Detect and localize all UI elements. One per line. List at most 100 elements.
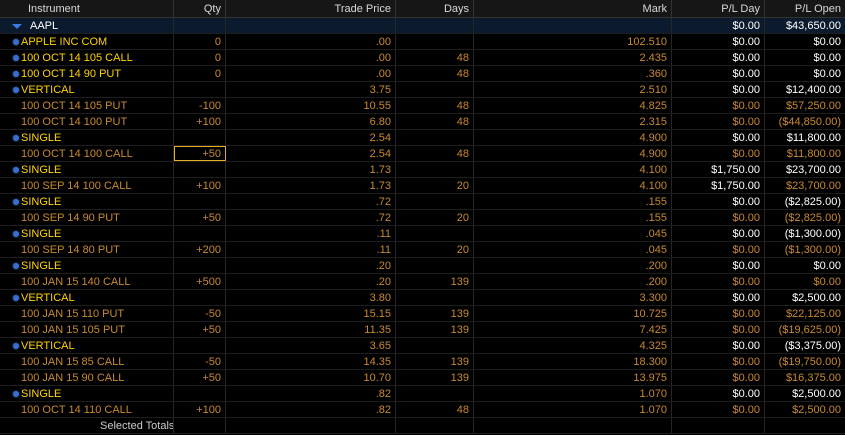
mark-cell: 4.100 [474,162,672,177]
instrument-cell-text: 100 OCT 14 100 CALL [21,148,133,160]
pl-day-cell: $0.00 [672,258,765,273]
expand-bullet-icon[interactable] [13,87,19,93]
position-group-row[interactable]: 100 OCT 14 105 CALL 0 .00 48 2.435 $0.00 $0.00 [0,50,845,66]
position-leg-row[interactable]: 100 SEP 14 80 PUT +200 .11 20 .045 $0.00 ($1,3… [0,242,845,258]
qty-cell[interactable]: +500 [174,274,226,289]
expand-bullet-icon[interactable] [13,55,19,61]
days-cell: 48 [396,114,474,129]
col-header-trade-price[interactable]: Trade Price [226,0,396,17]
mark-cell: 3.300 [474,290,672,305]
position-leg-row[interactable]: 100 JAN 15 105 PUT +50 11.35 139 7.425 $0.00 (… [0,322,845,338]
position-group-row[interactable]: SINGLE .72 .155 $0.00 ($2,825.00) [0,194,845,210]
expand-bullet-icon[interactable] [13,71,19,77]
trade-price-cell-text: .20 [375,260,391,272]
position-group-row[interactable]: VERTICAL 3.80 3.300 $0.00 $2,500.00 [0,290,845,306]
col-header-pl-open[interactable]: P/L Open [765,0,845,17]
trade-price-cell: .11 [226,242,396,257]
trade-price-cell: 3.80 [226,290,396,305]
expand-bullet-icon[interactable] [13,295,19,301]
qty-cell[interactable]: -50 [174,306,226,321]
days-cell: 139 [396,354,474,369]
expand-bullet-icon[interactable] [13,263,19,269]
position-group-row[interactable]: SINGLE .20 .200 $0.00 $0.00 [0,258,845,274]
trade-price-cell: .00 [226,50,396,65]
days-cell [396,130,474,145]
position-leg-row[interactable]: 100 SEP 14 100 CALL +100 1.73 20 4.100 $1,750… [0,178,845,194]
days-cell [396,290,474,305]
pl-open-cell-text: ($19,750.00) [778,356,841,368]
position-leg-row[interactable]: 100 JAN 15 110 PUT -50 15.15 139 10.725 $0.00… [0,306,845,322]
mark-cell: 2.315 [474,114,672,129]
instrument-cell: 100 OCT 14 105 CALL [0,50,174,65]
instrument-cell-text: 100 SEP 14 90 PUT [21,212,120,224]
instrument-cell: 100 JAN 15 90 CALL [0,370,174,385]
symbol-row[interactable]: AAPL $0.00 $43,650.00 [0,18,845,34]
qty-cell[interactable]: +50 [174,322,226,337]
mark-cell-text: .155 [645,212,667,224]
expand-bullet-icon[interactable] [13,39,19,45]
qty-cell[interactable]: -50 [174,354,226,369]
position-group-row[interactable]: VERTICAL 3.65 4.325 $0.00 ($3,375.00) [0,338,845,354]
trade-price-cell: .20 [226,258,396,273]
qty-cell[interactable]: +100 [174,178,226,193]
position-leg-row[interactable]: 100 OCT 14 100 PUT +100 6.80 48 2.315 $0.00 ($… [0,114,845,130]
mark-cell-text: 4.900 [639,132,667,144]
trade-price-cell-text: .11 [376,244,391,256]
pl-open-cell: $11,800.00 [765,146,845,161]
position-leg-row[interactable]: 100 JAN 15 90 CALL +50 10.70 139 13.975 $0.00… [0,370,845,386]
position-leg-row[interactable]: 100 OCT 14 110 CALL +100 .82 48 1.070 $0.00 $2… [0,402,845,418]
collapse-triangle-icon[interactable] [12,24,22,29]
trade-price-cell: 3.75 [226,82,396,97]
instrument-cell: 100 SEP 14 100 CALL [0,178,174,193]
qty-cell-text: 0 [214,68,221,80]
position-group-row[interactable]: SINGLE .11 .045 $0.00 ($1,300.00) [0,226,845,242]
position-group-row[interactable]: SINGLE 2.54 4.900 $0.00 $11,800.00 [0,130,845,146]
pl-day-cell: $0.00 [672,130,765,145]
position-leg-row[interactable]: 100 OCT 14 100 CALL +50 2.54 48 4.900 $0.00 $1… [0,146,845,162]
position-group-row[interactable]: VERTICAL 3.75 2.510 $0.00 $12,400.00 [0,82,845,98]
position-leg-row[interactable]: 100 SEP 14 90 PUT +50 .72 20 .155 $0.00 ($2,82… [0,210,845,226]
expand-bullet-icon[interactable] [13,199,19,205]
col-header-days[interactable]: Days [396,0,474,17]
selected-totals-row: Selected Totals [0,418,845,434]
mark-cell-text: 2.315 [639,116,667,128]
position-group-row[interactable]: APPLE INC COM 0 .00 102.510 $0.00 $0.00 [0,34,845,50]
qty-cell[interactable]: +100 [174,402,226,417]
mark-cell: 2.435 [474,50,672,65]
qty-cell[interactable]: +100 [174,114,226,129]
qty-cell [174,290,226,305]
pl-day-cell: $1,750.00 [672,162,765,177]
position-leg-row[interactable]: 100 OCT 14 105 PUT -100 10.55 48 4.825 $0.00 $… [0,98,845,114]
qty-cell[interactable]: +50 [174,370,226,385]
pl-open-cell-text: $2,500.00 [792,292,841,304]
position-group-row[interactable]: SINGLE .82 1.070 $0.00 $2,500.00 [0,386,845,402]
qty-cell-text: +500 [196,276,221,288]
expand-bullet-icon[interactable] [13,167,19,173]
qty-cell[interactable]: +200 [174,242,226,257]
position-leg-row[interactable]: 100 JAN 15 85 CALL -50 14.35 139 18.300 $0.00… [0,354,845,370]
position-leg-row[interactable]: 100 JAN 15 140 CALL +500 .20 139 .200 $0.00 $0… [0,274,845,290]
trade-price-cell-text: .00 [375,68,391,80]
expand-bullet-icon[interactable] [13,231,19,237]
qty-cell[interactable]: -100 [174,98,226,113]
days-cell-text: 48 [456,148,469,160]
col-header-qty[interactable]: Qty [174,0,226,17]
col-header-mark[interactable]: Mark [474,0,672,17]
pl-open-cell: $22,125.00 [765,306,845,321]
position-group-row[interactable]: SINGLE 1.73 4.100 $1,750.00 $23,700.00 [0,162,845,178]
trade-price-cell-text: 1.73 [369,180,391,192]
mark-cell-text: 4.100 [639,164,667,176]
col-header-instrument[interactable]: Instrument [0,0,174,17]
expand-bullet-icon[interactable] [13,343,19,349]
position-group-row[interactable]: 100 OCT 14 90 PUT 0 .00 48 .360 $0.00 $0.00 [0,66,845,82]
days-cell [396,34,474,49]
expand-bullet-icon[interactable] [13,135,19,141]
pl-open-cell-text: $11,800.00 [786,132,841,144]
instrument-cell: SINGLE [0,130,174,145]
days-cell: 48 [396,402,474,417]
col-header-pl-day[interactable]: P/L Day [672,0,765,17]
qty-cell[interactable]: +50 [174,210,226,225]
pl-day-cell-text: $0.00 [732,340,760,352]
expand-bullet-icon[interactable] [13,391,19,397]
qty-cell[interactable]: +50 [174,146,226,161]
